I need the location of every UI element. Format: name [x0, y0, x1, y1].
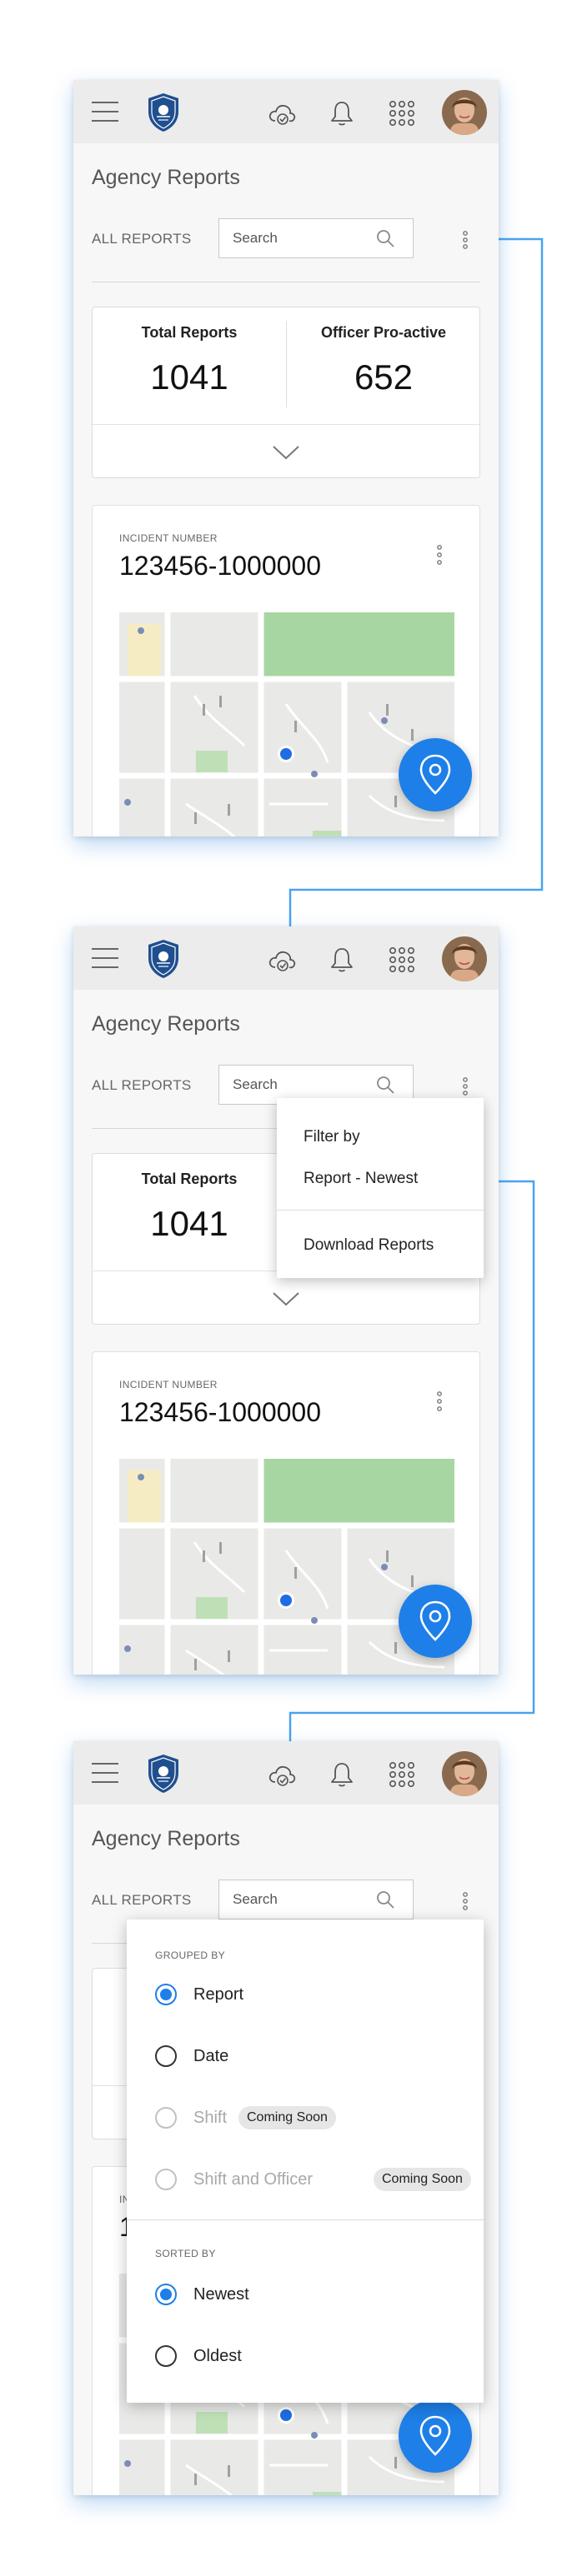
apps-grid-icon[interactable]	[387, 98, 417, 128]
location-fab-button[interactable]	[399, 2399, 472, 2473]
search-input[interactable]	[219, 1880, 378, 1919]
option-label: Newest	[193, 2285, 249, 2304]
kebab-icon[interactable]	[455, 228, 475, 252]
cloud-sync-icon[interactable]	[267, 98, 297, 128]
bell-icon[interactable]	[327, 1760, 357, 1790]
avatar[interactable]	[442, 1751, 487, 1796]
coming-soon-badge: Coming Soon	[238, 2106, 336, 2129]
hamburger-icon[interactable]	[92, 948, 118, 968]
search-icon[interactable]	[374, 1074, 396, 1096]
location-pin-icon	[419, 1600, 451, 1641]
proactive-stat[interactable]: Officer Pro-active 652	[287, 307, 480, 424]
search-field[interactable]	[218, 1880, 414, 1920]
cloud-sync-icon[interactable]	[267, 945, 297, 975]
option-label: Oldest	[193, 2347, 242, 2365]
avatar[interactable]	[442, 90, 487, 135]
screen-menu-open: Agency Reports ALL REPORTS Total Reports…	[73, 926, 499, 1675]
location-fab-button[interactable]	[399, 738, 472, 811]
all-reports-filter[interactable]: ALL REPORTS	[92, 1077, 192, 1094]
total-reports-stat[interactable]: Total Reports 1041	[93, 1154, 286, 1271]
location-fab-button[interactable]	[399, 1585, 472, 1658]
screen-default: Agency Reports ALL REPORTS Total Reports…	[73, 80, 499, 836]
location-pin-icon	[419, 2415, 451, 2456]
radio-button[interactable]	[155, 1984, 177, 2005]
sorted-by-heading: SORTED BY	[155, 2248, 216, 2259]
menu-divider	[277, 1210, 484, 1211]
stats-divider	[93, 424, 479, 425]
kebab-icon[interactable]	[455, 1890, 475, 1913]
apps-grid-icon[interactable]	[387, 945, 417, 975]
total-reports-label: Total Reports	[141, 324, 238, 341]
stats-card: Total Reports 1041 Officer Pro-active 65…	[92, 307, 480, 478]
agency-shield-logo	[148, 940, 178, 978]
radio-button[interactable]	[155, 2045, 177, 2067]
search-field[interactable]	[218, 218, 414, 258]
top-app-bar	[73, 926, 499, 990]
top-app-bar	[73, 80, 499, 143]
search-input[interactable]	[219, 219, 378, 257]
proactive-label: Officer Pro-active	[320, 324, 447, 341]
incident-map[interactable]	[119, 1459, 454, 1675]
panel-divider	[127, 2219, 484, 2220]
total-reports-stat[interactable]: Total Reports 1041	[93, 307, 286, 424]
bell-icon[interactable]	[327, 98, 357, 128]
all-reports-filter[interactable]: ALL REPORTS	[92, 1892, 192, 1909]
page-title: Agency Reports	[92, 166, 240, 189]
incident-number-label: INCIDENT NUMBER	[119, 1379, 218, 1390]
group-sort-panel: GROUPED BY Report Date Shift Coming Soon…	[127, 1920, 484, 2403]
cloud-sync-icon[interactable]	[267, 1760, 297, 1790]
proactive-value: 652	[354, 357, 414, 397]
chevron-down-icon[interactable]	[271, 444, 301, 461]
agency-shield-logo	[148, 93, 178, 132]
coming-soon-badge: Coming Soon	[374, 2168, 471, 2191]
agency-shield-logo	[148, 1755, 178, 1793]
radio-button	[155, 2169, 177, 2190]
kebab-icon[interactable]	[429, 542, 449, 567]
menu-item-download-reports[interactable]: Download Reports	[304, 1236, 434, 1255]
hamburger-icon[interactable]	[92, 1763, 118, 1783]
grouped-by-heading: GROUPED BY	[155, 1949, 226, 1961]
total-reports-label: Total Reports	[141, 1171, 238, 1187]
hamburger-icon[interactable]	[92, 102, 118, 122]
total-reports-value: 1041	[150, 1204, 228, 1243]
location-pin-icon	[419, 754, 451, 795]
incident-number-label: INCIDENT NUMBER	[119, 532, 218, 544]
avatar[interactable]	[442, 936, 487, 981]
menu-item-filter-by[interactable]: Filter by	[304, 1128, 360, 1146]
incident-map[interactable]	[119, 612, 454, 836]
incident-number: 123456-1000000	[119, 1397, 322, 1427]
kebab-icon[interactable]	[455, 1075, 475, 1098]
all-reports-filter[interactable]: ALL REPORTS	[92, 231, 192, 247]
page-title: Agency Reports	[92, 1012, 240, 1036]
option-label: Report	[193, 1985, 244, 2004]
radio-button[interactable]	[155, 2284, 177, 2305]
radio-button	[155, 2107, 177, 2129]
search-icon[interactable]	[374, 227, 396, 249]
incident-number: 123456-1000000	[119, 551, 322, 581]
page-title: Agency Reports	[92, 1827, 240, 1850]
apps-grid-icon[interactable]	[387, 1760, 417, 1790]
radio-button[interactable]	[155, 2345, 177, 2367]
option-label: Shift and Officer	[193, 2170, 314, 2189]
option-label: Date	[193, 2047, 229, 2065]
search-icon[interactable]	[374, 1889, 396, 1910]
top-app-bar	[73, 1741, 499, 1805]
total-reports-value: 1041	[150, 357, 228, 397]
options-menu: Filter by Report - Newest Download Repor…	[277, 1098, 484, 1278]
bell-icon[interactable]	[327, 945, 357, 975]
screen-group-panel-open: Agency Reports ALL REPORTS Total Reports…	[73, 1741, 499, 2495]
option-label: Shift	[193, 2109, 228, 2127]
menu-item-current-sort[interactable]: Report - Newest	[304, 1170, 418, 1188]
chevron-down-icon[interactable]	[271, 1290, 301, 1307]
kebab-icon[interactable]	[429, 1389, 449, 1414]
